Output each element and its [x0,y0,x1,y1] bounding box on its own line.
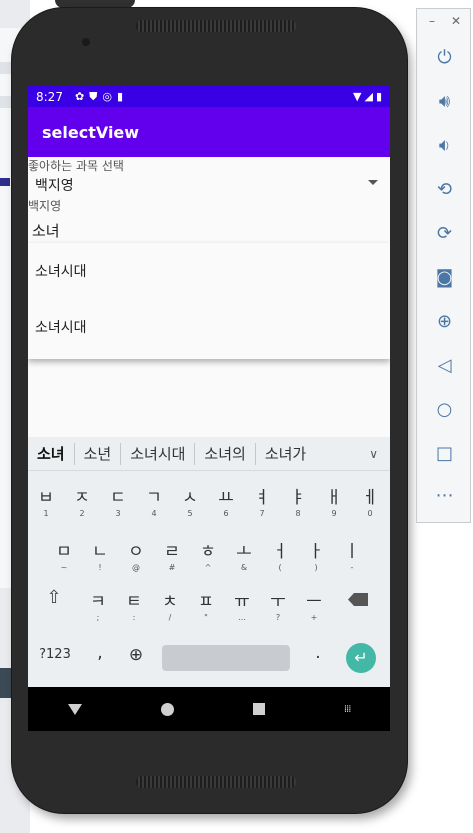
keyboard-suggestion[interactable]: 소녀시대 [121,442,196,465]
back-icon[interactable]: ◁ [417,355,472,376]
app-title: selectView [42,122,140,142]
chevron-down-icon[interactable]: ∨ [369,447,378,461]
sync-icon: ◎ [102,90,113,103]
key[interactable]: ㅌ: [116,587,152,622]
background-selection [0,178,10,186]
key[interactable]: ㅈ2 [64,483,100,518]
keyboard-suggestion[interactable]: 소녀 [28,442,75,465]
rotate-left-icon[interactable]: ⟲ [417,179,472,200]
soft-keyboard: 소녀 소년 소녀시대 소녀의 소녀가 ∨ ㅂ1 ㅈ2 ㄷ3 ㄱ4 ㅅ5 ㅛ6 ㅕ… [28,437,390,687]
key[interactable]: ㄹ # [154,537,190,572]
status-time: 8:27 [36,89,63,104]
backspace-icon [348,593,368,606]
volume-up-icon[interactable]: 🔊︎ [417,91,472,112]
more-icon[interactable]: ⋯ [417,485,472,506]
overview-icon[interactable]: □ [417,443,472,464]
suggestion-strip: 소녀 소년 소녀시대 소녀의 소녀가 ∨ [28,437,390,471]
subject-spinner[interactable]: 백지영 [28,171,390,197]
key[interactable]: ㄱ4 [136,483,172,518]
key[interactable]: ㅣ- [334,537,370,572]
autocomplete-input[interactable] [31,217,387,245]
device-screen: 8:27 ✿ ⛊ ◎ ▮ ▼ ◢ ▮ selectView 좋아하는 과목 선택… [28,86,390,731]
comma-key[interactable]: , [82,641,118,665]
symbols-key[interactable]: ?123 [28,641,82,665]
nav-home-icon[interactable] [160,702,174,716]
home-icon[interactable]: ○ [417,399,472,420]
shift-key[interactable]: ⇧ [28,587,80,622]
autocomplete-suggestion[interactable]: 소녀시대 [28,243,390,299]
emulator-toolbar: – ✕ ⏻ 🔊︎ 🔉︎ ⟲ ⟳ ◙ ⊕ ◁ ○ □ ⋯ [416,8,471,523]
bottom-speaker [136,776,296,788]
enter-icon: ↵ [354,648,368,667]
key[interactable]: ㅜ? [260,587,296,622]
nav-back-icon[interactable] [67,703,82,715]
sd-card-icon: ▮ [117,90,124,103]
camera-icon[interactable]: ◙ [417,267,472,288]
dropdown-arrow-icon [368,180,378,185]
period-key[interactable]: . [300,643,336,663]
key-row-3: ⇧ ㅋ; ㅌ: ㅊ / ㅍ " ㅠ… ㅜ? ㅡ + [28,587,390,622]
background-shadow [55,0,135,8]
autocomplete-dropdown: 소녀시대 소녀시대 [28,243,390,359]
battery-icon: ▮ [375,90,382,103]
key[interactable]: ㅑ8 [280,483,316,518]
backspace-key[interactable] [332,587,384,622]
key[interactable]: ㅛ6 [208,483,244,518]
selected-subject-label: 백지영 [28,199,62,213]
enter-key[interactable]: ↵ [346,643,376,673]
top-speaker [136,20,296,32]
gear-icon: ✿ [74,90,85,103]
key[interactable]: ㅋ; [80,587,116,622]
signal-icon: ◢ [364,90,373,103]
key[interactable]: ㅍ " [188,587,224,622]
language-key[interactable]: ⊕ [118,641,154,665]
app-bar: selectView [28,107,390,157]
key[interactable]: ㅔ0 [352,483,388,518]
key[interactable]: ㅅ5 [172,483,208,518]
keyboard-suggestion[interactable]: 소년 [75,442,122,465]
key[interactable]: ㅡ + [296,587,332,622]
status-bar: 8:27 ✿ ⛊ ◎ ▮ ▼ ◢ ▮ [28,86,390,107]
rotate-right-icon[interactable]: ⟳ [417,223,472,244]
key[interactable]: ㅁ ~ [46,537,82,572]
shield-icon: ⛊ [89,89,98,103]
key-row-2: ㅁ ~ ㄴ! ㅇ @ ㄹ # ㅎ ^ ㅗ & ㅓ( ㅏ) ㅣ- [46,537,390,572]
key[interactable]: ㅐ9 [316,483,352,518]
key[interactable]: ㅕ7 [244,483,280,518]
key[interactable]: ㅊ / [152,587,188,622]
key[interactable]: ㅇ @ [118,537,154,572]
key[interactable]: ㄷ3 [100,483,136,518]
zoom-icon[interactable]: ⊕ [417,311,472,332]
globe-icon: ⊕ [128,645,144,665]
shift-icon: ⇧ [46,587,62,608]
keyboard-suggestion[interactable]: 소녀의 [195,442,256,465]
key[interactable]: ㄴ! [82,537,118,572]
key[interactable]: ㅠ… [224,587,260,622]
wifi-icon: ▼ [353,90,362,103]
front-camera [82,38,90,46]
key[interactable]: ㅓ( [262,537,298,572]
space-key[interactable] [162,645,290,671]
minimize-icon[interactable]: – [429,14,435,28]
key-row-1: ㅂ1 ㅈ2 ㄷ3 ㄱ4 ㅅ5 ㅛ6 ㅕ7 ㅑ8 ㅐ9 ㅔ0 [28,483,390,518]
keyboard-suggestion[interactable]: 소녀가 [256,443,315,465]
key[interactable]: ㅗ & [226,537,262,572]
close-icon[interactable]: ✕ [451,14,461,28]
nav-recents-icon[interactable] [252,703,265,715]
power-icon[interactable]: ⏻ [417,47,472,68]
volume-down-icon[interactable]: 🔉︎ [417,135,472,156]
key[interactable]: ㅏ) [298,537,334,572]
spinner-selected-value: 백지영 [35,178,74,194]
keyboard-switch-icon[interactable]: ⁞⁞⁞ [344,704,351,715]
system-nav-bar: ⁞⁞⁞ [28,687,390,731]
autocomplete-suggestion[interactable]: 소녀시대 [28,299,390,355]
key[interactable]: ㅎ ^ [190,537,226,572]
key[interactable]: ㅂ1 [28,483,64,518]
